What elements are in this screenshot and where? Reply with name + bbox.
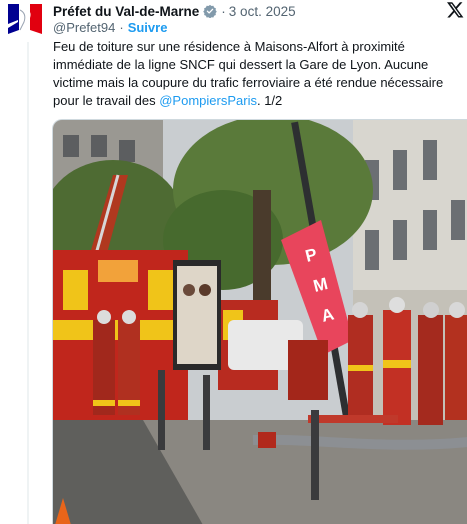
- verified-badge-icon: [203, 4, 218, 18]
- handle-separator: ·: [119, 20, 124, 35]
- thread-rule: [27, 42, 29, 524]
- tweet-text: Feu de toiture sur une résidence à Maiso…: [53, 38, 453, 110]
- x-logo-icon[interactable]: [445, 0, 465, 20]
- author-handle[interactable]: @Prefet94: [53, 20, 115, 35]
- fire-scene-photo: PMA: [53, 120, 467, 524]
- author-name[interactable]: Préfet du Val-de-Marne: [53, 4, 199, 19]
- follow-button[interactable]: Suivre: [128, 20, 168, 35]
- avatar[interactable]: [4, 0, 48, 40]
- mention-link[interactable]: @PompiersParis: [159, 93, 257, 108]
- tweet-header: Préfet du Val-de-Marne · 3 oct. 2025: [53, 2, 437, 20]
- header-separator: ·: [221, 3, 226, 19]
- tweet-photo[interactable]: PMA: [52, 119, 467, 524]
- tweet-date[interactable]: 3 oct. 2025: [229, 4, 296, 19]
- marianne-logo-icon: [4, 0, 48, 40]
- handle-line: @Prefet94 · Suivre: [53, 20, 167, 35]
- tweet-text-part2: . 1/2: [256, 93, 283, 108]
